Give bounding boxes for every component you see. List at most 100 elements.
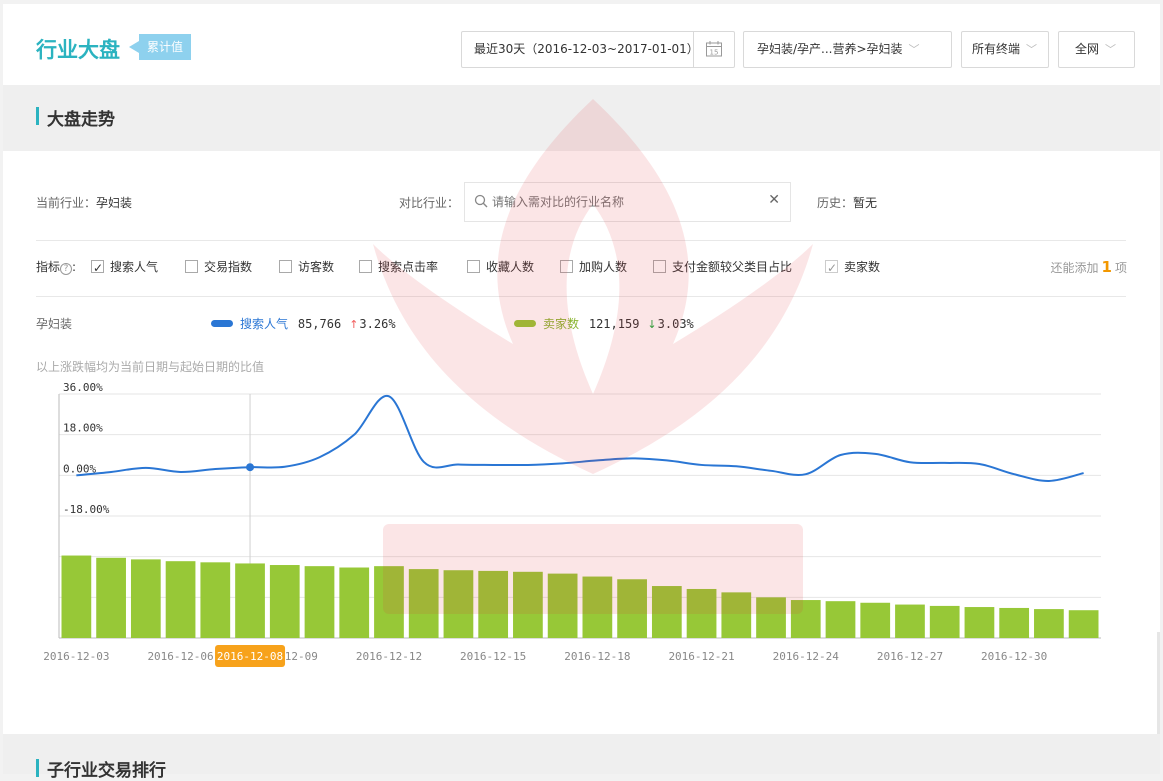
history: 历史：暂无 [817, 194, 877, 211]
legend-search-popularity[interactable]: 搜索人气 85,766 ↑3.26% [211, 315, 396, 332]
bar [339, 567, 370, 638]
metric-search-popularity[interactable]: 搜索人气 [91, 257, 159, 278]
metric-visitors[interactable]: 访客数 [279, 257, 334, 277]
legend-series-value: 121,159 [588, 317, 640, 331]
bar [999, 607, 1030, 638]
metric-label: 卖家数 [844, 260, 881, 274]
cumulative-tag: 累计值 [128, 34, 192, 60]
checkbox[interactable] [359, 260, 372, 273]
x-tick-label: 2016-12-12 [356, 650, 422, 663]
bar [895, 604, 925, 638]
bar [721, 592, 752, 638]
compare-search-box[interactable]: ✕ [464, 182, 791, 222]
chart-note: 以上涨跌幅均为当前日期与起始日期的比值 [36, 360, 265, 374]
bar [825, 601, 856, 638]
bar [96, 557, 126, 638]
bar [651, 586, 682, 638]
bar [269, 565, 300, 638]
compare-industry-label: 对比行业： [399, 196, 460, 210]
bar [235, 563, 265, 638]
checkbox[interactable] [825, 258, 838, 278]
metric-sellers[interactable]: 卖家数 [825, 257, 881, 278]
add-more-suffix: 项 [1114, 261, 1127, 275]
metric-add-to-cart[interactable]: 加购人数 [560, 257, 627, 277]
metric-label: 支付金额较父类目占比 [672, 260, 793, 274]
x-tick-label: 2016-12-06 [147, 650, 213, 663]
bar [61, 555, 92, 638]
bar [478, 570, 509, 638]
chevron-down-icon: ﹀ [908, 43, 920, 56]
bar [1034, 609, 1064, 638]
help-icon[interactable]: ? [60, 263, 73, 275]
header: 行业大盘 累计值 最近30天（2016-12-03~2017-01-01） 15… [3, 4, 1160, 85]
bar [165, 561, 196, 638]
bar [756, 597, 786, 638]
x-tick-label: 2016-12-27 [877, 650, 943, 663]
page: 行业大盘 累计值 最近30天（2016-12-03~2017-01-01） 15… [3, 4, 1160, 781]
metrics-label: 指标?: [36, 260, 77, 275]
y-tick-label: 0.00% [63, 462, 96, 475]
trend-chart[interactable]: 36.00% 18.00% 0.00% -18.00% 2016-12-03 2016-… [3, 380, 1160, 680]
current-industry-label: 当前行业： [36, 196, 97, 210]
y-tick-label: 36.00% [63, 381, 103, 394]
history-value: 暂无 [853, 196, 878, 210]
checkbox[interactable] [185, 260, 198, 273]
bar [860, 602, 891, 638]
divider [36, 240, 1126, 241]
section-accent-bar [36, 107, 39, 125]
metric-label: 交易指数 [204, 260, 253, 274]
checkbox[interactable] [560, 260, 573, 273]
highlight-date-label: 2016-12-08 [217, 650, 283, 663]
legend-sellers[interactable]: 卖家数 121,159 ↓3.03% [514, 315, 694, 332]
category-select[interactable]: 孕妇装/孕产...营养>孕妇装 ﹀ [743, 31, 952, 68]
metric-favorites[interactable]: 收藏人数 [467, 257, 534, 277]
compare-search-input[interactable] [492, 192, 762, 212]
bar [686, 588, 717, 638]
y-tick-label: -18.00% [63, 503, 110, 516]
category-label: 孕妇装/孕产...营养>孕妇装 [757, 42, 903, 56]
section-accent-bar [36, 759, 39, 777]
date-range-select[interactable]: 最近30天（2016-12-03~2017-01-01） 15 [461, 31, 735, 68]
bar [1068, 610, 1099, 638]
bar [200, 562, 231, 638]
bar [617, 579, 647, 638]
line-series [76, 395, 1084, 482]
add-more-prefix: 还能添加 [1050, 261, 1099, 275]
bar-series [61, 555, 1099, 638]
bar [374, 566, 404, 638]
line-path [76, 395, 1084, 482]
metric-trade-index[interactable]: 交易指数 [185, 257, 252, 277]
terminal-select[interactable]: 所有终端 ﹀ [961, 31, 1049, 68]
x-tick-label: 2016-12-21 [668, 650, 734, 663]
legend-series-change: 3.03% [657, 317, 694, 331]
metric-label: 搜索人气 [110, 260, 159, 274]
calendar-day: 15 [710, 49, 719, 57]
metric-search-ctr[interactable]: 搜索点击率 [359, 257, 438, 277]
legend-series-name: 搜索人气 [240, 317, 289, 331]
y-tick-label: 18.00% [63, 422, 103, 435]
metric-label: 收藏人数 [486, 260, 535, 274]
search-icon [474, 194, 488, 208]
section-title: 大盘走势 [47, 110, 115, 130]
legend-industry: 孕妇装 [36, 317, 73, 331]
metric-payment-share[interactable]: 支付金额较父类目占比 [653, 257, 792, 277]
page-title: 行业大盘 [36, 38, 120, 62]
bar [929, 605, 960, 638]
network-select[interactable]: 全网 ﹀ [1058, 31, 1135, 68]
metrics-label-text: 指标 [36, 260, 61, 274]
chevron-down-icon: ﹀ [1026, 43, 1038, 56]
x-tick-label: 2016-12-15 [460, 650, 526, 663]
checkbox[interactable] [467, 260, 480, 273]
current-industry: 当前行业：孕妇装 [36, 194, 132, 211]
x-tick-label: 2016-12-30 [981, 650, 1047, 663]
checkbox[interactable] [91, 258, 104, 278]
legend-swatch [211, 320, 233, 327]
next-section-title: 子行业交易排行 [47, 761, 166, 781]
close-icon[interactable]: ✕ [768, 192, 780, 208]
x-axis-ticks: 2016-12-032016-12-062016-12-092016-12-12… [43, 645, 1047, 667]
next-section-header: 子行业交易排行 [3, 734, 1160, 781]
calendar-icon[interactable]: 15 [693, 32, 734, 67]
bar [443, 570, 474, 638]
checkbox[interactable] [653, 260, 666, 273]
checkbox[interactable] [279, 260, 292, 273]
